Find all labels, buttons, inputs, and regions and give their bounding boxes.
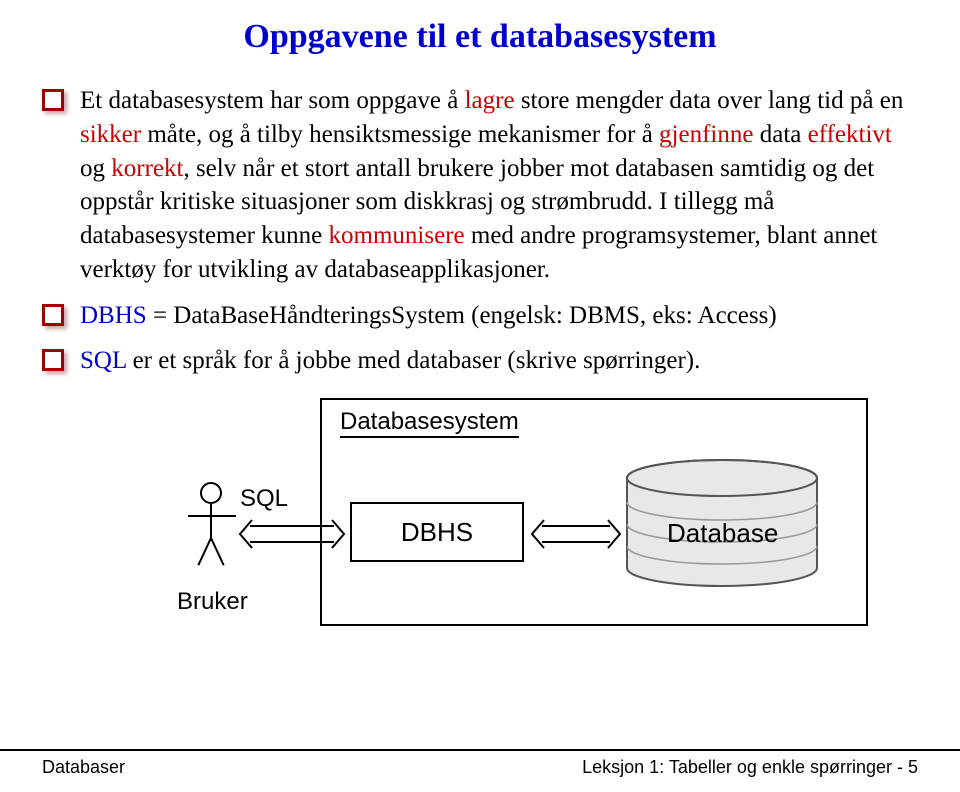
checkbox-icon: [42, 304, 64, 326]
databasesystem-label: Databasesystem: [340, 408, 519, 438]
t: måte, og å tilby hensiktsmessige mekanis…: [141, 121, 659, 148]
footer: Databaser Leksjon 1: Tabeller og enkle s…: [0, 749, 960, 792]
kw-korrekt: korrekt: [111, 155, 183, 182]
bullet-3: SQL er et språk for å jobbe med database…: [42, 344, 918, 378]
slide-title: Oppgavene til et databasesystem: [0, 18, 960, 56]
database-label: Database: [667, 518, 778, 549]
footer-right: Leksjon 1: Tabeller og enkle spørringer …: [582, 757, 918, 778]
bruker-label: Bruker: [177, 588, 248, 616]
t: er et språk for å jobbe med databaser (s…: [126, 347, 700, 374]
kw-gjenfinne: gjenfinne: [659, 121, 753, 148]
user-icon: [188, 482, 222, 540]
bullet-1: Et databasesystem har som oppgave å lagr…: [42, 84, 918, 287]
t: store mengder data over lang tid på en: [515, 87, 904, 114]
arrow-dbhs-database: [530, 516, 622, 552]
bullet-2: DBHS = DataBaseHåndteringsSystem (engels…: [42, 299, 918, 333]
bullet-1-text: Et databasesystem har som oppgave å lagr…: [80, 84, 918, 287]
kw-dbhs: DBHS: [80, 302, 147, 329]
footer-left: Databaser: [42, 757, 125, 778]
bullet-2-text: DBHS = DataBaseHåndteringsSystem (engels…: [80, 299, 777, 333]
t: = DataBaseHåndteringsSystem (engelsk: DB…: [147, 302, 777, 329]
kw-lagre: lagre: [465, 87, 515, 114]
sql-label: SQL: [240, 485, 288, 513]
dbhs-label: DBHS: [401, 517, 473, 548]
t: Et databasesystem har som oppgave å: [80, 87, 465, 114]
content-area: Et databasesystem har som oppgave å lagr…: [0, 84, 960, 635]
checkbox-icon: [42, 349, 64, 371]
diagram: Databasesystem SQL Bruker DBHS: [182, 390, 862, 635]
bullet-3-text: SQL er et språk for å jobbe med database…: [80, 344, 700, 378]
t: data: [753, 121, 807, 148]
checkbox-icon: [42, 89, 64, 111]
t: og: [80, 155, 111, 182]
kw-effektivt: effektivt: [808, 121, 892, 148]
kw-sql: SQL: [80, 347, 126, 374]
kw-kommunisere: kommunisere: [329, 222, 465, 249]
arrow-bruker-dbhs: [238, 516, 346, 552]
dbhs-box: DBHS: [350, 502, 524, 562]
kw-sikker: sikker: [80, 121, 141, 148]
